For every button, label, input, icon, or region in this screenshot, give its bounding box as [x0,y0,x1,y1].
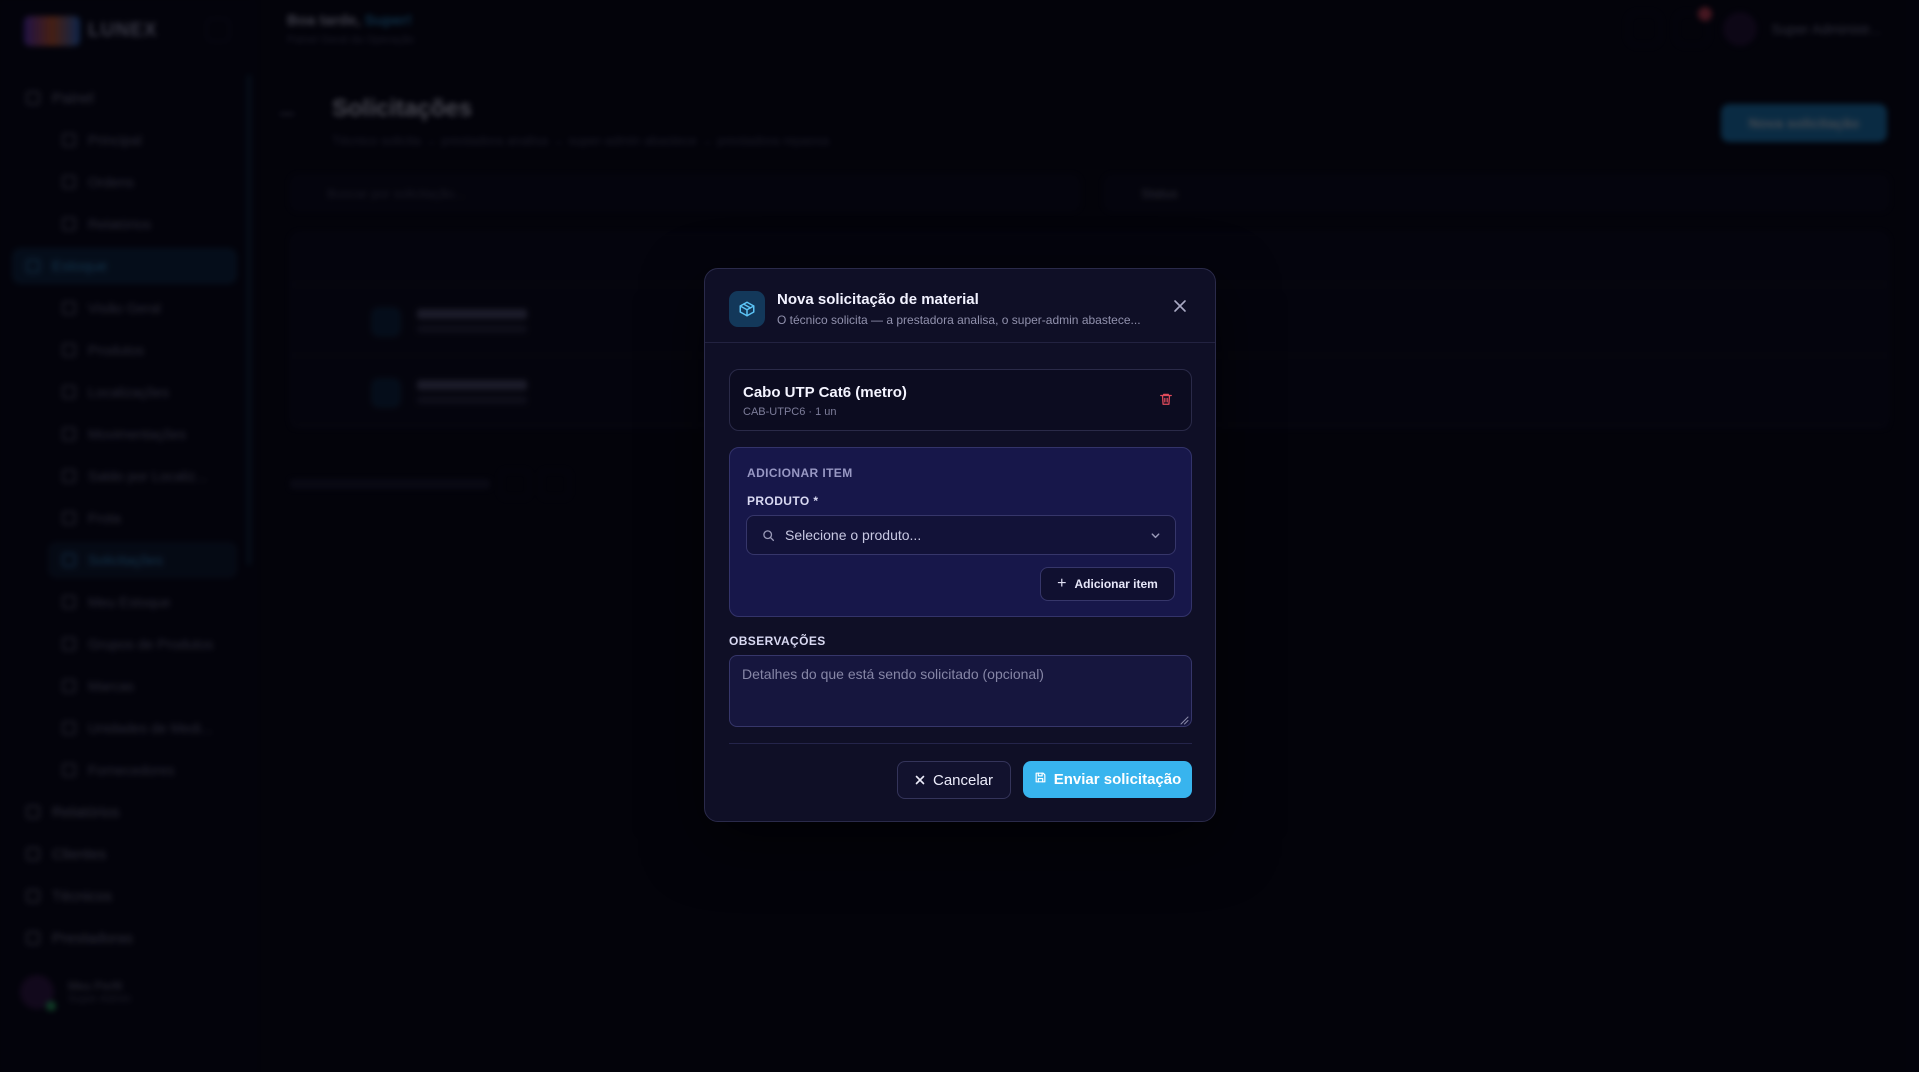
item-meta: CAB-UTPC6 · 1 un [743,406,837,418]
x-icon [915,775,925,785]
resize-grip-icon[interactable] [1179,715,1189,725]
cancel-button[interactable]: Cancelar [897,761,1011,799]
product-label: PRODUTO * [747,494,819,508]
observations-label: OBSERVAÇÕES [729,634,826,648]
product-select-placeholder: Selecione o produto... [785,527,922,543]
add-item-label: Adicionar item [1074,577,1158,591]
modal-header: Nova solicitação de material O técnico s… [705,269,1215,343]
cancel-label: Cancelar [932,771,994,789]
add-item-title: ADICIONAR ITEM [747,466,853,480]
search-icon [760,527,776,543]
product-select[interactable]: Selecione o produto... [746,515,1176,555]
trash-icon[interactable] [1155,388,1177,410]
package-icon [729,291,765,327]
modal-subtitle: O técnico solicita — a prestadora analis… [777,313,1141,327]
plus-icon: + [1057,575,1067,592]
add-item-button[interactable]: + Adicionar item [1040,567,1175,601]
save-icon [1034,771,1047,789]
submit-request-button[interactable]: Enviar solicitação [1023,761,1192,798]
modal-title: Nova solicitação de material [777,291,979,308]
item-name: Cabo UTP Cat6 (metro) [743,384,907,401]
submit-label: Enviar solicitação [1053,771,1182,788]
close-icon[interactable] [1171,297,1189,315]
observations-textarea[interactable] [729,655,1192,727]
chevron-down-icon [1149,529,1161,541]
add-item-section: ADICIONAR ITEM PRODUTO * Selecione o pro… [729,447,1192,617]
modal-divider [729,743,1192,744]
new-request-modal: Nova solicitação de material O técnico s… [704,268,1216,822]
selected-item-card: Cabo UTP Cat6 (metro) CAB-UTPC6 · 1 un [729,369,1192,431]
